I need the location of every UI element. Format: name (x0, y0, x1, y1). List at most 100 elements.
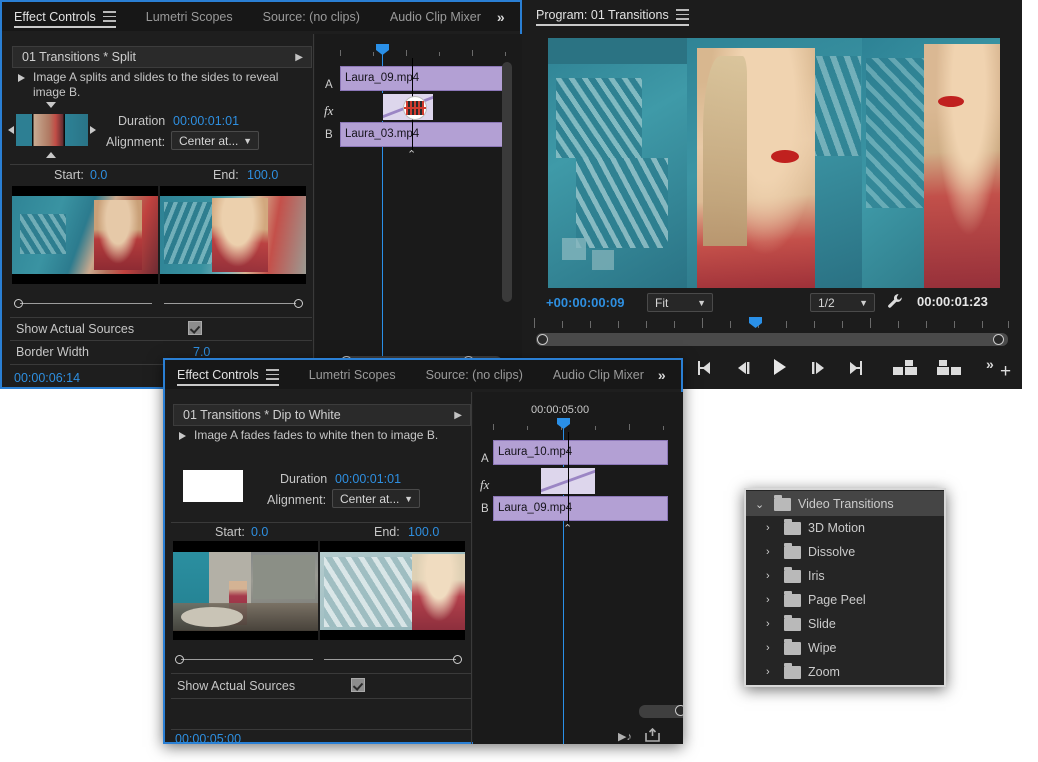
tree-item-dissolve[interactable]: › Dissolve (746, 540, 944, 565)
program-monitor-image[interactable] (548, 38, 1000, 288)
description-disclosure-icon[interactable] (18, 74, 25, 82)
clip-track-b-2[interactable]: Laura_09.mp4 (493, 496, 668, 521)
play-audio-icon[interactable]: ▶♪ (618, 730, 632, 743)
alignment-label: Alignment: (106, 135, 166, 149)
tab-lumetri-scopes-2[interactable]: Lumetri Scopes (309, 360, 396, 389)
step-back-button[interactable] (734, 360, 754, 381)
program-hscroll-left-knob[interactable] (537, 334, 548, 345)
start-slider-2-knob[interactable] (175, 655, 184, 664)
clip-track-a[interactable]: Laura_09.mp4 (340, 66, 503, 91)
trim-cursor-icon[interactable] (403, 96, 427, 120)
clip-track-b[interactable]: Laura_03.mp4 (340, 122, 503, 147)
mark-in-button[interactable] (696, 360, 716, 381)
export-frame-icon[interactable] (645, 727, 660, 742)
show-actual-sources-checkbox[interactable] (188, 321, 202, 335)
mark-out-button[interactable] (844, 360, 864, 381)
timeline-ruler-2[interactable] (493, 420, 683, 430)
divider (171, 673, 471, 674)
timeline-vertical-scrollbar[interactable] (502, 62, 512, 302)
end-slider-2-knob[interactable] (453, 655, 462, 664)
tree-item-3d-motion[interactable]: › 3D Motion (746, 516, 944, 541)
tab-effect-controls-2[interactable]: Effect Controls (177, 360, 279, 389)
hamburger-menu-icon[interactable] (675, 9, 689, 20)
preview-nudge-right-icon[interactable] (90, 126, 96, 134)
tree-item-iris[interactable]: › Iris (746, 564, 944, 589)
panel2-overflow-icon[interactable]: » (658, 360, 666, 389)
tree-item-zoom[interactable]: › Zoom (746, 660, 944, 685)
end-slider[interactable] (160, 298, 306, 310)
tab-source[interactable]: Source: (no clips) (263, 2, 360, 31)
duration-value[interactable]: 00:00:01:01 (173, 114, 239, 128)
start-2-value[interactable]: 0.0 (251, 525, 268, 539)
effect-header-dip-to-white[interactable]: 01 Transitions * Dip to White ▶ (173, 404, 471, 426)
step-forward-button[interactable] (808, 360, 828, 381)
chevron-right-icon[interactable]: › (766, 642, 770, 654)
start-value[interactable]: 0.0 (90, 168, 107, 182)
duration-2-value[interactable]: 00:00:01:01 (335, 472, 401, 486)
program-duration-timecode[interactable]: 00:00:01:23 (917, 294, 988, 309)
panel2-timecode[interactable]: 00:00:05:00 (175, 732, 241, 746)
tree-root-video-transitions[interactable]: ⌄ Video Transitions (746, 491, 944, 516)
chevron-right-icon[interactable]: › (766, 546, 770, 558)
transport-overflow-icon[interactable]: » (986, 356, 994, 372)
hamburger-menu-icon[interactable] (102, 11, 116, 22)
edit-point-caret-2-icon: ⌃ (563, 523, 573, 535)
alignment-select[interactable]: Center at... ▼ (171, 131, 259, 150)
tree-item-page-peel[interactable]: › Page Peel (746, 588, 944, 613)
program-hscroll-right-knob[interactable] (993, 334, 1004, 345)
preview-nudge-down-icon[interactable] (46, 152, 56, 158)
tab-audio-clip-mixer[interactable]: Audio Clip Mixer (390, 2, 481, 31)
program-horizontal-scrollbar[interactable] (536, 333, 1008, 346)
tab-program[interactable]: Program: 01 Transitions (536, 0, 689, 29)
effect-header-expand-arrow-icon[interactable]: ▶ (295, 52, 303, 63)
end-slider-2[interactable] (320, 654, 465, 666)
preview-nudge-left-icon[interactable] (8, 126, 14, 134)
ab-timeline-dip-to-white[interactable]: 00:00:05:00 A fx B Laura_10.mp4 Laura_09… (473, 392, 683, 744)
show-actual-sources-2-checkbox[interactable] (351, 678, 365, 692)
zoom-level-select[interactable]: Fit ▼ (647, 293, 713, 312)
end-2-value[interactable]: 100.0 (408, 525, 439, 539)
ab-timeline-split[interactable]: A fx B Laura_09.mp4 Laura_03.mp4 ⌃ (315, 34, 522, 389)
add-button[interactable]: + (1000, 362, 1011, 381)
timeline-ruler[interactable] (340, 46, 522, 56)
end-value[interactable]: 100.0 (247, 168, 278, 182)
tab-source-2-label: Source: (no clips) (425, 367, 523, 382)
lift-button[interactable] (892, 359, 918, 382)
play-button[interactable] (770, 358, 790, 381)
start-slider-2[interactable] (173, 654, 318, 666)
chevron-right-icon[interactable]: › (766, 594, 770, 606)
end-slider-knob[interactable] (294, 299, 303, 308)
program-offset-timecode[interactable]: +00:00:00:09 (546, 295, 624, 310)
program-ruler[interactable] (534, 318, 1010, 330)
panel1-overflow-icon[interactable]: » (497, 2, 505, 31)
chevron-right-icon[interactable]: › (766, 522, 770, 534)
wrench-icon[interactable] (886, 292, 904, 312)
effect-header-split[interactable]: 01 Transitions * Split ▶ (12, 46, 312, 68)
resolution-value: 1/2 (818, 295, 835, 310)
clip-track-a-2[interactable]: Laura_10.mp4 (493, 440, 668, 465)
start-slider[interactable] (12, 298, 158, 310)
effect-header-expand-arrow-icon[interactable]: ▶ (454, 410, 462, 421)
preview-nudge-up-icon[interactable] (46, 102, 56, 108)
tab-source-2[interactable]: Source: (no clips) (426, 360, 523, 389)
chevron-right-icon[interactable]: › (766, 618, 770, 630)
chevron-right-icon[interactable]: › (766, 666, 770, 678)
extract-button[interactable] (936, 359, 962, 382)
tab-audio-clip-mixer-2[interactable]: Audio Clip Mixer (553, 360, 644, 389)
hamburger-menu-icon[interactable] (265, 369, 279, 380)
alignment-2-select[interactable]: Center at... ▼ (332, 489, 420, 508)
resolution-select[interactable]: 1/2 ▼ (810, 293, 875, 312)
chevron-down-icon[interactable]: ⌄ (755, 498, 764, 511)
panel1-timecode[interactable]: 00:00:06:14 (14, 371, 80, 385)
start-slider-knob[interactable] (14, 299, 23, 308)
border-width-value[interactable]: 7.0 (193, 345, 210, 359)
tab-effect-controls[interactable]: Effect Controls (14, 2, 116, 31)
program-image-center (687, 38, 862, 288)
description-2-disclosure-icon[interactable] (179, 432, 186, 440)
tree-item-wipe[interactable]: › Wipe (746, 636, 944, 661)
timeline-2-hscroll-left-knob[interactable] (675, 705, 683, 716)
chevron-right-icon[interactable]: › (766, 570, 770, 582)
tab-lumetri-scopes-2-label: Lumetri Scopes (308, 367, 396, 382)
tab-lumetri-scopes[interactable]: Lumetri Scopes (146, 2, 233, 31)
tree-item-slide[interactable]: › Slide (746, 612, 944, 637)
